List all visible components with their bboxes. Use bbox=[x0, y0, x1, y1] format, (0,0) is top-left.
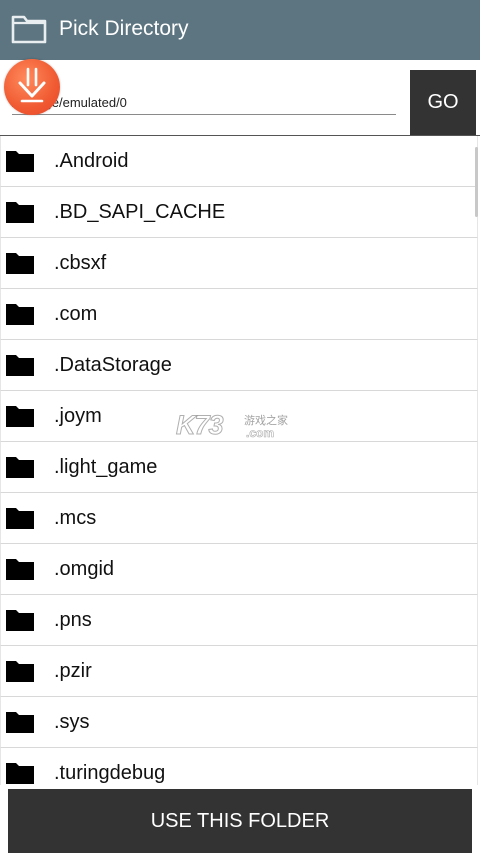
directory-item[interactable]: .omgid bbox=[0, 544, 478, 595]
folder-icon bbox=[6, 406, 34, 427]
directory-name: .joym bbox=[54, 404, 102, 427]
directory-item[interactable]: .com bbox=[0, 289, 478, 340]
pick-directory-screen: Pick Directory GO .Android .BD_SAPI_CACH… bbox=[0, 0, 480, 853]
directory-item[interactable]: .Android bbox=[0, 136, 478, 187]
folder-icon bbox=[6, 559, 34, 580]
directory-name: .turingdebug bbox=[54, 761, 166, 784]
directory-item[interactable]: .sys bbox=[0, 697, 478, 748]
directory-name: .light_game bbox=[54, 455, 158, 478]
directory-item[interactable]: .cbsxf bbox=[0, 238, 478, 289]
go-button[interactable]: GO bbox=[410, 70, 476, 135]
directory-item[interactable]: .joym bbox=[0, 391, 478, 442]
title-bar: Pick Directory bbox=[0, 0, 480, 60]
folder-icon bbox=[6, 355, 34, 376]
folder-outline-icon bbox=[11, 15, 47, 44]
folder-icon bbox=[6, 661, 34, 682]
directory-item[interactable]: .mcs bbox=[0, 493, 478, 544]
page-title: Pick Directory bbox=[59, 17, 189, 40]
folder-icon bbox=[6, 712, 34, 733]
folder-icon bbox=[6, 202, 34, 223]
directory-item[interactable]: .BD_SAPI_CACHE bbox=[0, 187, 478, 238]
folder-icon bbox=[6, 304, 34, 325]
directory-name: .mcs bbox=[54, 506, 97, 529]
directory-item[interactable]: .pns bbox=[0, 595, 478, 646]
download-badge[interactable] bbox=[4, 59, 60, 115]
directory-item[interactable]: .turingdebug bbox=[0, 748, 478, 790]
use-this-folder-button[interactable]: USE THIS FOLDER bbox=[8, 789, 472, 853]
scrollbar[interactable] bbox=[475, 147, 478, 217]
folder-icon bbox=[6, 763, 34, 784]
directory-item[interactable]: .pzir bbox=[0, 646, 478, 697]
directory-name: .BD_SAPI_CACHE bbox=[54, 200, 226, 223]
folder-icon bbox=[6, 253, 34, 274]
folder-icon bbox=[6, 151, 34, 172]
directory-name: .pzir bbox=[54, 659, 92, 682]
directory-item[interactable]: .light_game bbox=[0, 442, 478, 493]
directory-name: .com bbox=[54, 302, 98, 325]
directory-list[interactable]: .Android .BD_SAPI_CACHE .cbsxf .com .Dat… bbox=[0, 136, 478, 790]
directory-name: .Android bbox=[54, 149, 129, 172]
directory-item[interactable]: .DataStorage bbox=[0, 340, 478, 391]
folder-icon bbox=[6, 610, 34, 631]
directory-name: .omgid bbox=[54, 557, 115, 580]
directory-name: .pns bbox=[54, 608, 92, 631]
download-arrow-icon bbox=[18, 67, 46, 103]
directory-name: .DataStorage bbox=[54, 353, 172, 376]
folder-icon bbox=[6, 457, 34, 478]
path-input[interactable] bbox=[12, 90, 396, 115]
directory-name: .cbsxf bbox=[54, 251, 107, 274]
path-bar: GO bbox=[0, 60, 480, 136]
directory-name: .sys bbox=[54, 710, 90, 733]
folder-icon bbox=[6, 508, 34, 529]
